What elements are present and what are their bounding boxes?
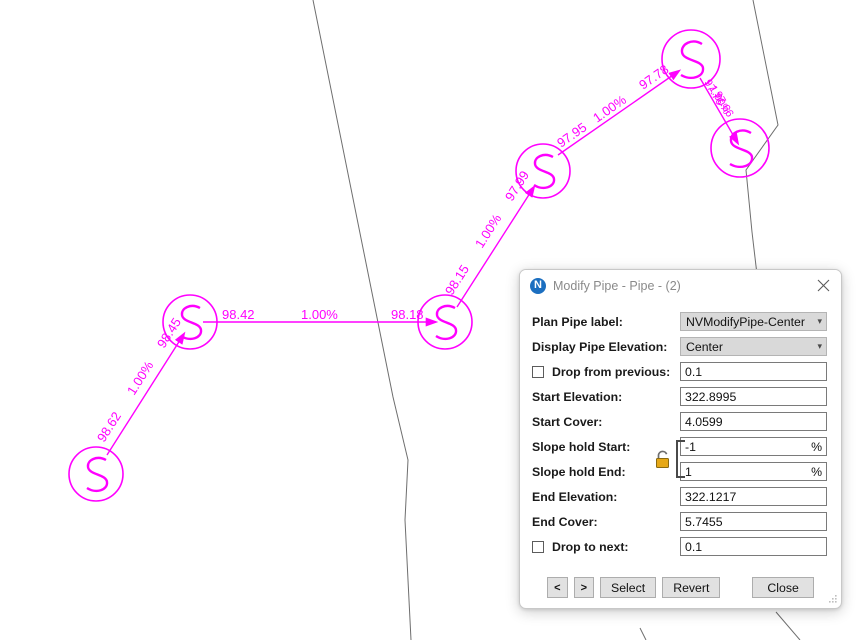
app-n-icon: N (530, 278, 546, 294)
row-end-cover: End Cover: 5.7455 (532, 509, 827, 534)
display-pipe-elevation-label: Display Pipe Elevation: (532, 340, 667, 354)
drop-to-next-checkbox[interactable] (532, 541, 544, 553)
slope-hold-start-label: Slope hold Start: (532, 440, 630, 454)
pipe-seg-1 (107, 337, 182, 455)
start-elevation-value: 322.8995 (685, 390, 822, 404)
structure-6[interactable] (711, 119, 769, 177)
plan-pipe-label-value: NVModifyPipe-Center (686, 315, 813, 329)
dialog-button-bar: < > Select Revert Close (520, 577, 841, 598)
chevron-down-icon: ▾ (813, 341, 822, 352)
drop-from-previous-value: 0.1 (685, 365, 822, 379)
drop-from-previous-label: Drop from previous: (552, 365, 670, 379)
slope-hold-end-label: Slope hold End: (532, 465, 626, 479)
slope-hold-end-value: 1 (685, 465, 807, 479)
pipe-seg-4 (558, 73, 676, 155)
drop-to-next-value: 0.1 (685, 540, 822, 554)
start-elevation-label: Start Elevation: (532, 390, 622, 404)
label-seg-2-start: 98.42 (222, 307, 255, 322)
row-drop-to-next: Drop to next: 0.1 (532, 534, 827, 559)
select-button[interactable]: Select (600, 577, 656, 598)
close-x-glyph (817, 279, 830, 292)
end-cover-value: 5.7455 (685, 515, 822, 529)
plan-pipe-label-select[interactable]: NVModifyPipe-Center ▾ (680, 312, 827, 331)
start-cover-value: 4.0599 (685, 415, 822, 429)
slope-lock-toggle[interactable] (646, 434, 680, 484)
label-seg-1-slope: 1.00% (124, 358, 157, 398)
end-elevation-value: 322.1217 (685, 490, 822, 504)
plan-pipe-label-label: Plan Pipe label: (532, 315, 623, 329)
row-end-elevation: End Elevation: 322.1217 (532, 484, 827, 509)
slope-hold-end-unit: % (807, 465, 822, 479)
row-start-elevation: Start Elevation: 322.8995 (532, 384, 827, 409)
unlocked-padlock-icon (654, 449, 673, 470)
previous-button[interactable]: < (547, 577, 567, 598)
end-elevation-input[interactable]: 322.1217 (680, 487, 827, 506)
modify-pipe-dialog[interactable]: N Modify Pipe - Pipe - (2) Plan Pipe lab… (519, 269, 842, 609)
chevron-down-icon: ▾ (813, 316, 822, 327)
resize-grip-icon[interactable] (826, 594, 838, 606)
row-plan-pipe-label: Plan Pipe label: NVModifyPipe-Center ▾ (532, 309, 827, 334)
end-cover-input[interactable]: 5.7455 (680, 512, 827, 531)
contour-line-right-upper (746, 0, 778, 232)
close-icon[interactable] (809, 274, 837, 298)
row-drop-from-previous: Drop from previous: 0.1 (532, 359, 827, 384)
slope-hold-end-input[interactable]: 1 % (680, 462, 827, 481)
label-seg-2-end: 98.18 (391, 307, 424, 322)
close-button[interactable]: Close (752, 577, 813, 598)
slope-hold-start-input[interactable]: -1 % (680, 437, 827, 456)
display-pipe-elevation-select[interactable]: Center ▾ (680, 337, 827, 356)
end-elevation-label: End Elevation: (532, 490, 617, 504)
label-seg-2-slope: 1.00% (301, 307, 338, 322)
next-button[interactable]: > (574, 577, 594, 598)
slope-group-bracket (676, 440, 685, 478)
label-seg-1-start: 98.62 (94, 409, 124, 445)
contour-line-bottom (640, 628, 646, 640)
dialog-title: Modify Pipe - Pipe - (2) (553, 279, 809, 293)
dialog-form: Plan Pipe label: NVModifyPipe-Center ▾ D… (520, 301, 841, 559)
start-cover-input[interactable]: 4.0599 (680, 412, 827, 431)
start-cover-label: Start Cover: (532, 415, 602, 429)
slope-hold-group: Slope hold Start: -1 % Slope hold End: 1 (532, 434, 827, 484)
drop-from-previous-checkbox[interactable] (532, 366, 544, 378)
label-seg-1-end: 98.45 (154, 315, 184, 351)
dialog-titlebar[interactable]: N Modify Pipe - Pipe - (2) (520, 270, 841, 301)
revert-button[interactable]: Revert (662, 577, 720, 598)
drop-to-next-label: Drop to next: (552, 540, 629, 554)
label-seg-3-slope: 1.00% (472, 211, 505, 251)
row-display-pipe-elevation: Display Pipe Elevation: Center ▾ (532, 334, 827, 359)
label-seg-4-slope: 1.00% (590, 92, 629, 126)
label-seg-3-start: 98.15 (442, 262, 472, 298)
drop-to-next-input[interactable]: 0.1 (680, 537, 827, 556)
contour-line-right-lower (776, 612, 800, 640)
end-cover-label: End Cover: (532, 515, 598, 529)
drop-from-previous-input[interactable]: 0.1 (680, 362, 827, 381)
structure-4[interactable] (516, 144, 570, 198)
start-elevation-input[interactable]: 322.8995 (680, 387, 827, 406)
display-pipe-elevation-value: Center (686, 340, 813, 354)
row-start-cover: Start Cover: 4.0599 (532, 409, 827, 434)
slope-hold-start-value: -1 (685, 440, 807, 454)
slope-hold-start-unit: % (807, 440, 822, 454)
structure-1[interactable] (69, 447, 123, 501)
